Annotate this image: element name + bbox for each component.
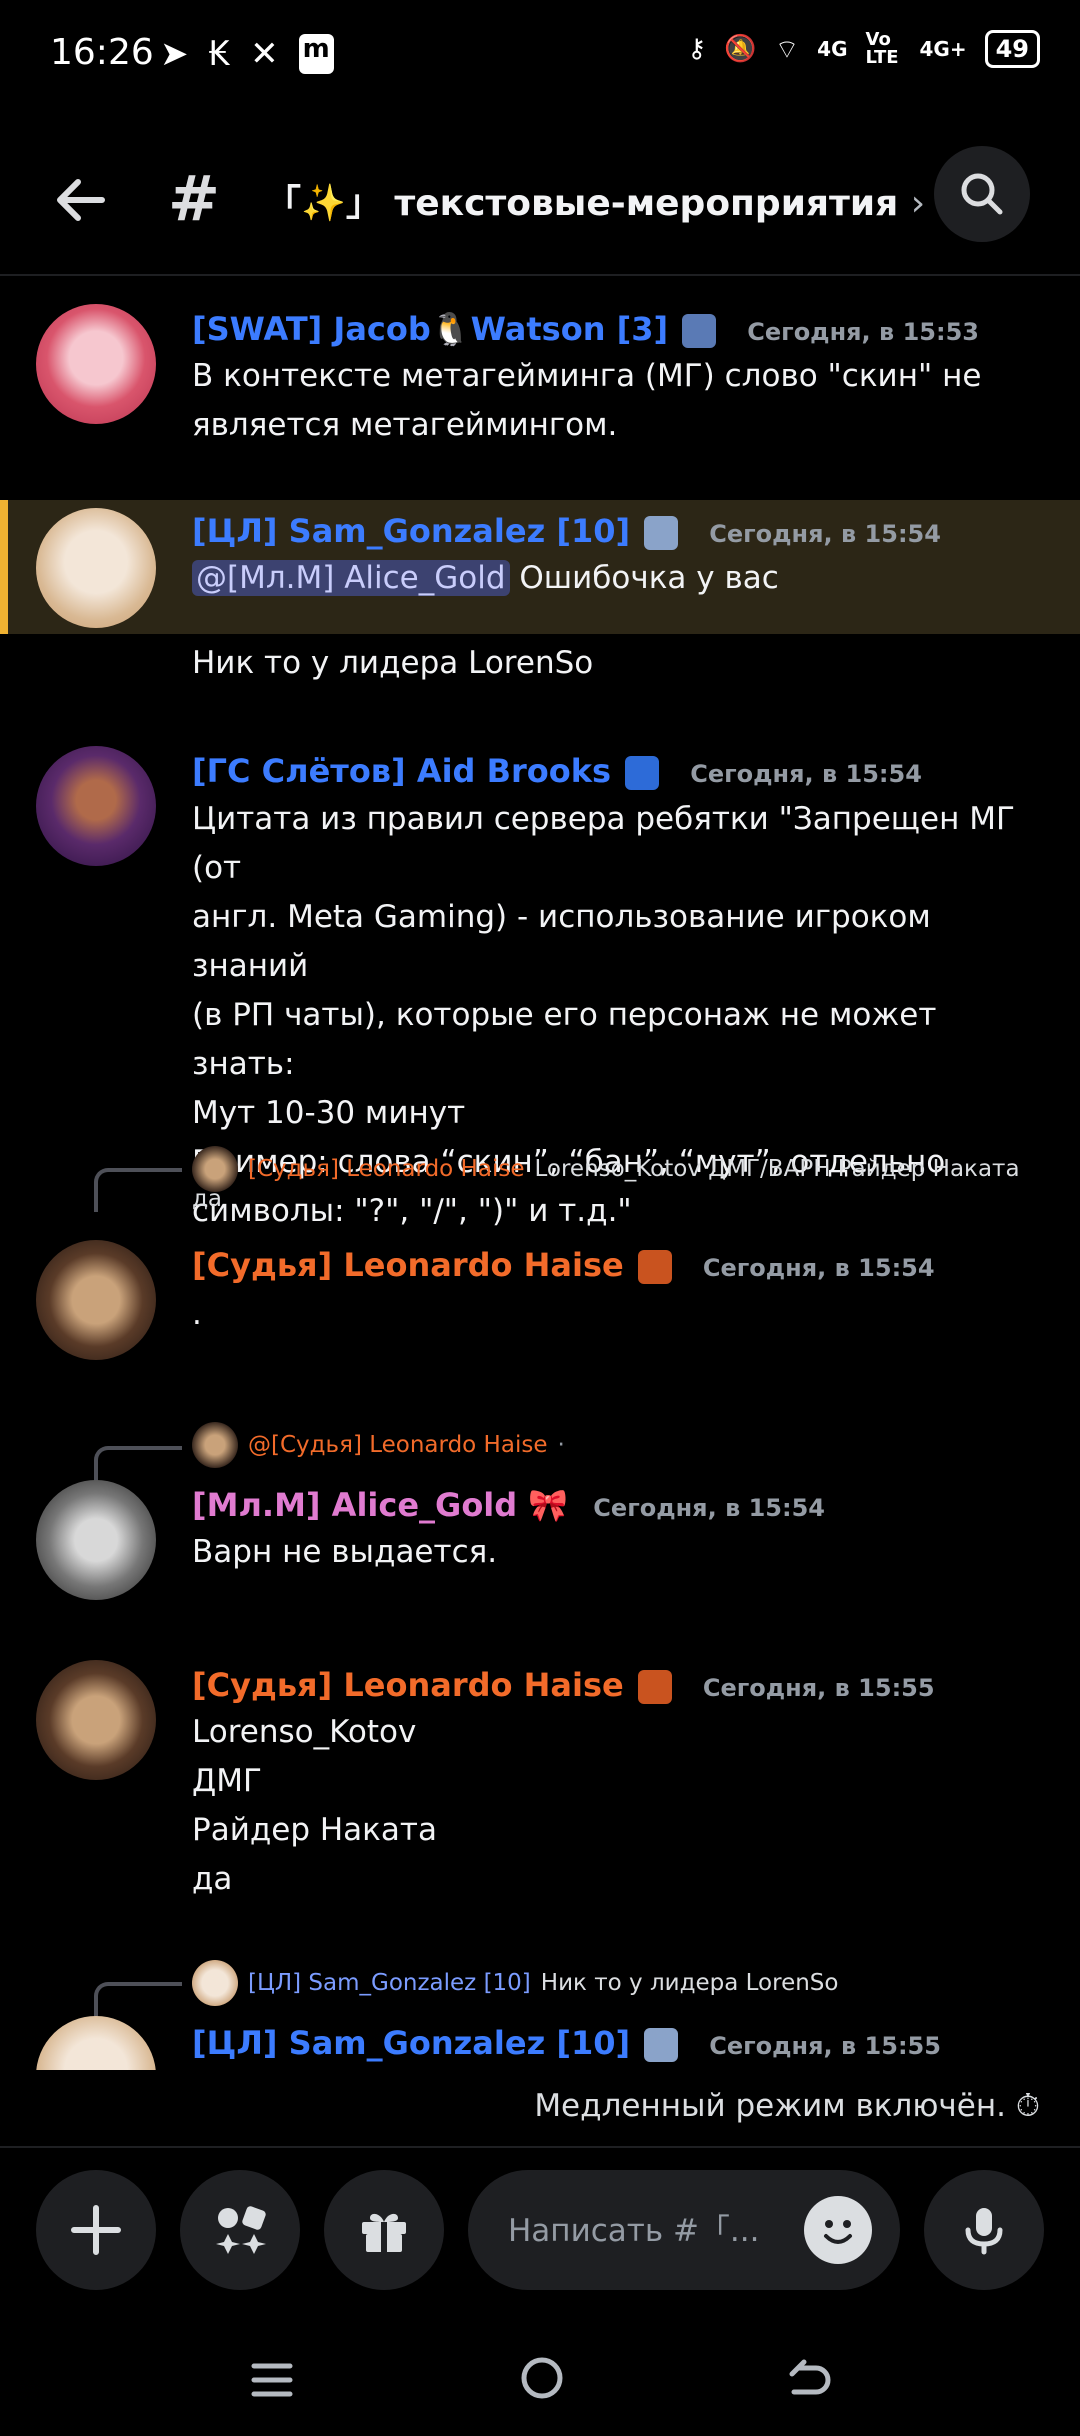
message-text: Варн не выдается. [192, 1534, 498, 1570]
channel-hash-icon: # [168, 162, 220, 235]
reply-text: да [192, 1186, 222, 1212]
message-timestamp: Сегодня, в 15:54 [593, 1494, 825, 1522]
bow-emoji: 🎀 [528, 1486, 569, 1524]
composer-divider [0, 2146, 1080, 2148]
avatar[interactable] [36, 508, 156, 628]
avatar[interactable] [36, 1660, 156, 1780]
timer-icon: ⏱ [1015, 2088, 1040, 2124]
telegram-icon: ➤ [160, 34, 189, 74]
reply-text: Lorenso_Kotov ДМГ/ВАРН Райдер Наката [534, 1156, 1020, 1182]
reply-author: [ЦЛ] Sam_Gonzalez [10] [248, 1970, 531, 1996]
reply-separator: · [557, 1432, 565, 1458]
message-timestamp: Сегодня, в 15:54 [709, 520, 941, 548]
message-text: В контексте метагейминга (МГ) слово "ски… [192, 358, 982, 443]
message-composer [468, 2170, 900, 2290]
header-divider [0, 274, 1080, 276]
system-navigation-bar [0, 2330, 1080, 2436]
message-timestamp: Сегодня, в 15:54 [690, 760, 922, 788]
notification-icons: ➤ ₭ ✕ m [160, 34, 334, 74]
avatar-clip [36, 2016, 156, 2070]
message-author[interactable]: [ГС Слётов] Aid Brooks Сегодня, в 15:54 [192, 752, 922, 790]
message-text: Lorenso_Kotov ДМГ Райдер Наката да [192, 1714, 437, 1897]
emoji-button[interactable] [804, 2196, 872, 2264]
search-icon [961, 173, 1003, 215]
app-k-icon: ₭ [208, 34, 231, 74]
user-mention[interactable]: @[Мл.М] Alice_Gold [192, 560, 510, 596]
message-author[interactable]: [Мл.М] Alice_Gold 🎀 Сегодня, в 15:54 [192, 1486, 825, 1524]
reply-preview[interactable]: [Судья] Leonardo Haise Lorenso_Kotov ДМГ… [192, 1146, 1020, 1192]
reply-avatar [192, 1422, 238, 1468]
message-text: Ник то у лидера LorenSo [192, 645, 594, 681]
system-icons: ⚷ 🔕 ⌔ 4G Vo LTE 4G+ 49 [687, 30, 1040, 68]
smiley-icon [824, 2220, 852, 2244]
reply-author: @[Судья] Leonardo Haise [248, 1432, 548, 1458]
channel-header: # 「✨」 текстовые-мероприятия › [0, 140, 1080, 270]
message-timestamp: Сегодня, в 15:54 [702, 1254, 935, 1282]
recent-apps-icon[interactable] [250, 2358, 294, 2402]
back-arrow-icon[interactable] [50, 170, 110, 241]
message-timestamp: Сегодня, в 15:55 [702, 1674, 935, 1702]
reply-connector [94, 1168, 182, 1212]
battery-indicator: 49 [984, 30, 1040, 68]
message-author[interactable]: [ЦЛ] Sam_Gonzalez [10] Сегодня, в 15:55 [192, 2024, 941, 2062]
volte-label: Vo LTE [865, 29, 899, 68]
home-icon[interactable] [518, 2354, 566, 2402]
status-bar: 16:26 ➤ ₭ ✕ m ⚷ 🔕 ⌔ 4G Vo LTE 4G+ 49 [0, 0, 1080, 110]
message-author[interactable]: [Судья] Leonardo Haise Сегодня, в 15:54 [192, 1246, 935, 1284]
reply-author: [Судья] Leonardo Haise [248, 1156, 525, 1182]
app-x-icon: ✕ [250, 34, 279, 74]
message-author[interactable]: [ЦЛ] Sam_Gonzalez [10] Сегодня, в 15:54 [192, 512, 941, 550]
apps-icon [216, 2206, 266, 2254]
clock: 16:26 [50, 32, 154, 73]
message-author[interactable]: [Судья] Leonardo Haise Сегодня, в 15:55 [192, 1666, 935, 1704]
avatar[interactable] [36, 304, 156, 424]
avatar[interactable] [36, 2016, 156, 2070]
message-text: . [192, 1296, 202, 1332]
network-4g-plus: 4G+ [919, 37, 967, 61]
mute-bell-icon: 🔕 [724, 34, 757, 64]
gift-icon [362, 2213, 406, 2252]
reply-preview[interactable]: [ЦЛ] Sam_Gonzalez [10] Ник то у лидера L… [192, 1960, 838, 2006]
gift-button[interactable] [324, 2170, 444, 2290]
avatar[interactable] [36, 1240, 156, 1360]
add-attachment-button[interactable] [36, 2170, 156, 2290]
network-4g: 4G [817, 37, 848, 61]
microphone-icon [965, 2208, 1003, 2255]
apps-button[interactable] [180, 2170, 300, 2290]
message-timestamp: Сегодня, в 15:53 [747, 318, 979, 346]
chevron-right-icon: › [910, 183, 926, 224]
search-button[interactable] [934, 146, 1030, 242]
message-timestamp: Сегодня, в 15:55 [709, 2032, 941, 2060]
avatar[interactable] [36, 746, 156, 866]
channel-name[interactable]: 「✨」 текстовые-мероприятия › [265, 174, 925, 226]
wifi-icon: ⌔ [774, 34, 800, 65]
slowmode-notice: Медленный режим включён. ⏱ [534, 2088, 1040, 2124]
message-input[interactable] [506, 2208, 770, 2254]
key-icon: ⚷ [687, 34, 707, 64]
back-nav-icon[interactable] [786, 2356, 834, 2404]
channel-title: 「✨」 текстовые-мероприятия [265, 183, 899, 224]
reply-text: Ник то у лидера LorenSo [540, 1970, 839, 1996]
message-text: @[Мл.М] Alice_Gold Ошибочка у вас [192, 554, 1032, 603]
plus-icon [71, 2205, 121, 2255]
voice-message-button[interactable] [924, 2170, 1044, 2290]
app-m-icon: m [298, 34, 334, 74]
message-author[interactable]: [SWAT] Jacob🐧Watson [3] Сегодня, в 15:53 [192, 310, 979, 348]
reply-avatar [192, 1960, 238, 2006]
avatar[interactable] [36, 1480, 156, 1600]
reply-preview[interactable]: @[Судья] Leonardo Haise · [192, 1422, 565, 1468]
